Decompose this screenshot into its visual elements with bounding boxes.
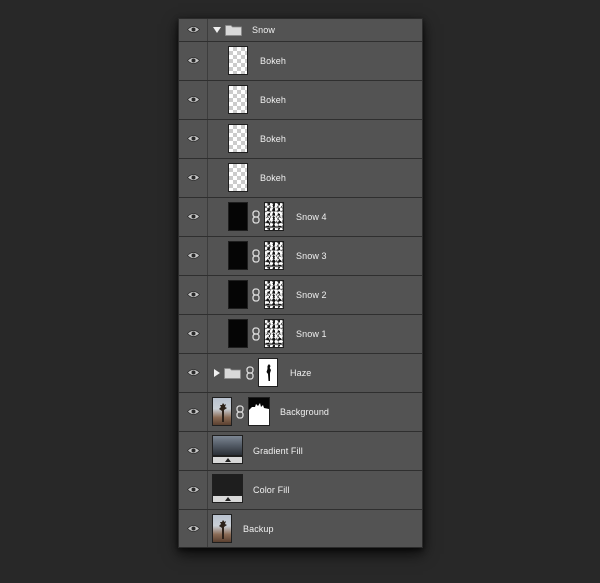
fill-layer-indicator [212,456,243,464]
layer-name: Snow 2 [296,290,327,300]
layer-row-snow-2[interactable]: Snow 2 [179,276,422,315]
eye-icon[interactable] [187,407,200,416]
visibility-toggle[interactable] [179,315,208,353]
layer-thumbnail[interactable] [228,46,248,75]
layer-row-bokeh[interactable]: Bokeh [179,81,422,120]
layer-row-haze-group[interactable]: Haze [179,354,422,393]
layer-thumbnail[interactable] [228,319,248,348]
layer-row-backup[interactable]: Backup [179,510,422,547]
link-chain-icon[interactable] [236,405,244,419]
visibility-toggle[interactable] [179,276,208,314]
layer-row-gradient-fill[interactable]: Gradient Fill [179,432,422,471]
layer-row-bokeh[interactable]: Bokeh [179,42,422,81]
eye-icon[interactable] [187,173,200,182]
layer-row-color-fill[interactable]: Color Fill [179,471,422,510]
layer-row-background[interactable]: Background [179,393,422,432]
layer-name: Haze [290,368,312,378]
link-chain-icon[interactable] [246,366,254,380]
layer-row-snow-1[interactable]: Snow 1 [179,315,422,354]
layer-name: Bokeh [260,56,287,66]
visibility-toggle[interactable] [179,393,208,431]
eye-icon[interactable] [187,446,200,455]
layer-mask-thumbnail[interactable] [264,319,284,348]
eye-icon[interactable] [187,134,200,143]
visibility-toggle[interactable] [179,237,208,275]
visibility-toggle[interactable] [179,510,208,547]
layer-name: Backup [243,523,274,534]
expand-triangle-icon[interactable] [214,369,220,377]
layer-name: Snow 1 [296,329,327,339]
layer-name: Gradient Fill [253,446,303,456]
folder-icon [225,25,242,36]
eye-icon[interactable] [187,290,200,299]
eye-icon[interactable] [187,329,200,338]
layer-name: Color Fill [253,485,290,495]
layer-thumbnail[interactable] [212,513,232,543]
visibility-toggle[interactable] [179,198,208,236]
layer-mask-thumbnail[interactable] [264,280,284,309]
layer-name: Bokeh [260,173,287,183]
tree-figure-icon [219,403,227,422]
link-chain-icon[interactable] [252,288,260,302]
eye-icon[interactable] [187,251,200,260]
eye-icon[interactable] [187,25,200,34]
layer-thumbnail[interactable] [212,435,243,456]
visibility-toggle[interactable] [179,471,208,509]
visibility-toggle[interactable] [179,81,208,119]
eye-icon[interactable] [187,95,200,104]
layer-row-bokeh[interactable]: Bokeh [179,159,422,198]
layer-row-snow-4[interactable]: Snow 4 [179,198,422,237]
visibility-toggle[interactable] [179,19,208,41]
visibility-toggle[interactable] [179,120,208,158]
layer-mask-thumbnail[interactable] [248,397,270,426]
layer-row-snow-group[interactable]: Snow [179,19,422,42]
layer-row-bokeh[interactable]: Bokeh [179,120,422,159]
fill-layer-indicator [212,495,243,503]
visibility-toggle[interactable] [179,42,208,80]
layer-name: Snow [252,25,275,35]
eye-icon[interactable] [187,212,200,221]
folder-icon [224,368,241,379]
layer-name: Bokeh [260,134,287,144]
layers-panel: Snow Bokeh Bokeh Bokeh Bokeh Snow 4 Snow… [178,18,423,548]
visibility-toggle[interactable] [179,354,208,392]
expand-triangle-icon[interactable] [213,27,221,33]
link-chain-icon[interactable] [252,210,260,224]
figure-silhouette-icon [266,364,271,381]
layer-name: Snow 3 [296,251,327,261]
eye-icon[interactable] [187,56,200,65]
visibility-toggle[interactable] [179,432,208,470]
eye-icon[interactable] [187,524,200,533]
link-chain-icon[interactable] [252,249,260,263]
layer-thumbnail[interactable] [228,202,248,231]
layer-thumbnail[interactable] [228,241,248,270]
layer-row-snow-3[interactable]: Snow 3 [179,237,422,276]
layer-name: Snow 4 [296,212,327,222]
layer-thumbnail[interactable] [212,474,243,495]
layer-mask-thumbnail[interactable] [264,202,284,231]
link-chain-icon[interactable] [252,327,260,341]
sky-mask-icon [249,398,269,410]
visibility-toggle[interactable] [179,159,208,197]
layer-name: Bokeh [260,95,287,105]
layer-name: Background [280,407,330,417]
layer-thumbnail[interactable] [228,85,248,114]
eye-icon[interactable] [187,485,200,494]
layer-thumbnail[interactable] [228,124,248,153]
tree-figure-icon [219,519,227,539]
layer-thumbnail[interactable] [212,397,232,426]
layer-mask-thumbnail[interactable] [258,358,278,387]
layer-thumbnail[interactable] [228,163,248,192]
layer-thumbnail[interactable] [228,280,248,309]
eye-icon[interactable] [187,368,200,377]
layer-mask-thumbnail[interactable] [264,241,284,270]
